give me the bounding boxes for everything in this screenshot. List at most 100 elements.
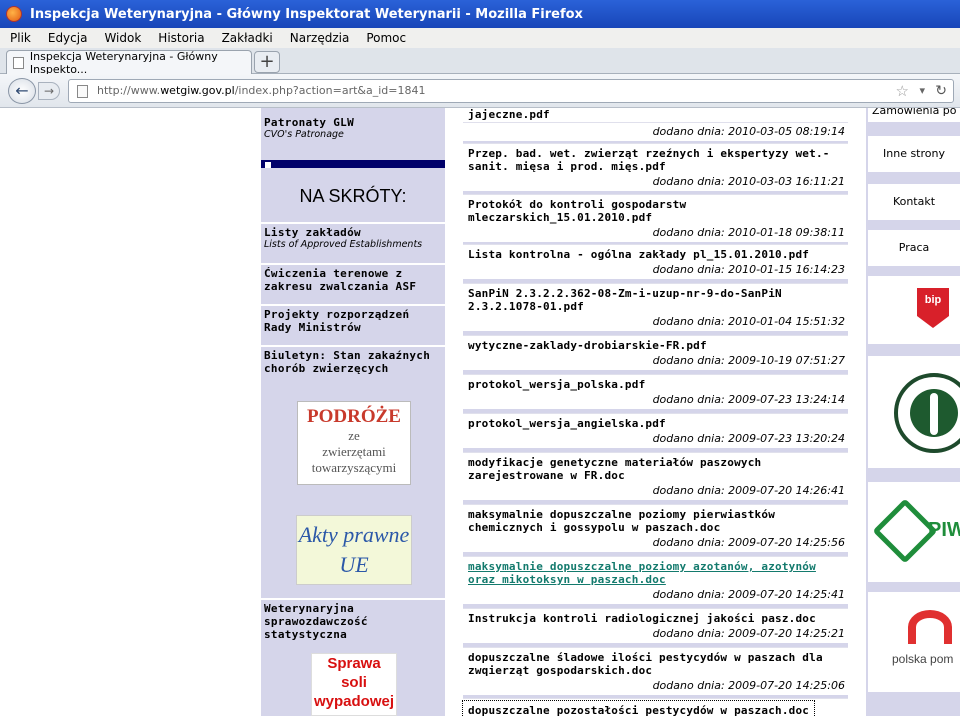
url-path: /index.php?action=art&a_id=1841	[234, 84, 426, 97]
nav-item-en: Lists of Approved Establishments	[264, 239, 423, 250]
file-name[interactable]: Instrukcja kontroli radiologicznej jakoś…	[463, 609, 848, 625]
menu-historia[interactable]: Historia	[158, 31, 204, 45]
page-content: Patronaty GLW CVO's Patronage NA SKRÓTY:…	[0, 108, 960, 716]
shortcuts-heading: NA SKRÓTY:	[261, 168, 445, 218]
menu-pomoc[interactable]: Pomoc	[366, 31, 406, 45]
file-date: dodano dnia: 2010-01-18 09:38:11	[463, 224, 848, 242]
file-item[interactable]: maksymalnie dopuszczalne poziomy pierwia…	[463, 504, 848, 552]
file-item: dodano dnia: 2010-03-05 08:19:14	[463, 122, 848, 141]
nav-item-label: Weterynaryjna sprawozdawczość statystycz…	[264, 602, 368, 641]
nav-item-label: Projekty rozporządzeń Rady Ministrów	[264, 308, 410, 334]
polska-arc-icon	[908, 610, 952, 644]
menu-plik[interactable]: Plik	[10, 31, 31, 45]
file-name[interactable]: modyfikacje genetyczne materiałów paszow…	[463, 453, 848, 482]
link-inne-strony[interactable]: Inne strony	[868, 136, 960, 172]
file-item[interactable]: protokol_wersja_angielska.pdf dodano dnia…	[463, 413, 848, 448]
file-item[interactable]: maksymalnie dopuszczalne poziomy azotanó…	[463, 556, 848, 604]
file-date: dodano dnia: 2010-01-04 15:51:32	[463, 313, 848, 331]
podroze-banner[interactable]: PODRÓŻE ze zwierzętami towarzyszącymi	[297, 401, 411, 485]
file-item[interactable]: Protokół do kontroli gospodarstw mleczar…	[463, 194, 848, 242]
file-date: dodano dnia: 2010-01-15 16:14:23	[463, 261, 848, 279]
piw-logo: PIW	[872, 498, 960, 564]
file-date: dodano dnia: 2009-07-20 14:25:21	[463, 625, 848, 643]
file-item[interactable]: Instrukcja kontroli radiologicznej jakoś…	[463, 608, 848, 643]
file-date: dodano dnia: 2009-07-23 13:20:24	[463, 430, 848, 448]
file-item[interactable]: dopuszczalne śladowe ilości pestycydów w…	[463, 647, 848, 695]
tab-bar: Inspekcja Weterynaryjna - Główny Inspekt…	[0, 48, 960, 76]
file-item[interactable]: dopuszczalne pozostałości pestycydów w p…	[461, 698, 848, 716]
nav-patronaty-label: Patronaty GLW	[264, 116, 354, 129]
link-praca[interactable]: Praca	[868, 230, 960, 266]
file-item[interactable]: protokol_wersja_polska.pdf dodano dnia: 2…	[463, 374, 848, 409]
file-name[interactable]: wytyczne-zaklady-drobiarskie-FR.pdf	[463, 336, 848, 352]
back-button[interactable]: ←	[8, 78, 36, 104]
polska-label: polska pom	[892, 652, 954, 666]
browser-tab[interactable]: Inspekcja Weterynaryjna - Główny Inspekt…	[6, 50, 252, 76]
file-date: dodano dnia: 2010-03-05 08:19:14	[463, 123, 848, 141]
nav-projekty-rozporzadzen[interactable]: Projekty rozporządzeń Rady Ministrów	[261, 304, 445, 344]
file-name[interactable]: Przep. bad. wet. zwierząt rzeźnych i eks…	[463, 144, 848, 173]
nav-patronaty[interactable]: Patronaty GLW CVO's Patronage	[261, 114, 445, 158]
file-name[interactable]: SanPiN 2.3.2.2.362-08-Zm-i-uzup-nr-9-do-…	[463, 284, 848, 313]
file-name[interactable]: Lista kontrolna - ogólna zakłady pl_15.0…	[463, 245, 848, 261]
link-zamowienia[interactable]: Zamówienia po	[868, 108, 960, 122]
nav-item-label: Biuletyn: Stan zakaźnych chorób zwierzęc…	[264, 349, 431, 375]
file-name[interactable]: dopuszczalne śladowe ilości pestycydów w…	[463, 648, 848, 677]
window-titlebar: Inspekcja Weterynaryjna - Główny Inspekt…	[0, 0, 960, 28]
sprawa-line: soli	[341, 674, 367, 691]
file-item[interactable]: wytyczne-zaklady-drobiarskie-FR.pdf dodan…	[463, 335, 848, 370]
bip-label: bip	[925, 294, 942, 306]
link-kontakt[interactable]: Kontakt	[868, 184, 960, 220]
file-item[interactable]: jajeczne.pdf	[463, 108, 848, 122]
menu-edycja[interactable]: Edycja	[48, 31, 88, 45]
file-item[interactable]: Przep. bad. wet. zwierząt rzeźnych i eks…	[463, 143, 848, 191]
file-name[interactable]: maksymalnie dopuszczalne poziomy pierwia…	[463, 505, 848, 534]
akty-prawne-banner[interactable]: Akty prawne UE	[296, 515, 412, 585]
menu-zakladki[interactable]: Zakładki	[222, 31, 273, 45]
window-title: Inspekcja Weterynaryjna - Główny Inspekt…	[30, 6, 583, 22]
file-date: dodano dnia: 2009-07-23 13:24:14	[463, 391, 848, 409]
page-favicon-icon	[13, 56, 24, 69]
file-item[interactable]: modyfikacje genetyczne materiałów paszow…	[463, 452, 848, 500]
file-name[interactable]: protokol_wersja_angielska.pdf	[463, 414, 848, 430]
url-dropdown-icon[interactable]: ▾	[919, 80, 925, 102]
page-icon	[77, 85, 88, 98]
forward-button[interactable]: →	[38, 82, 60, 100]
file-item[interactable]: Lista kontrolna - ogólna zakłady pl_15.0…	[463, 244, 848, 279]
firefox-icon	[6, 6, 22, 22]
file-name[interactable]: dopuszczalne pozostałości pestycydów w p…	[461, 700, 816, 716]
polska-pomoc-logo: polska pom	[888, 602, 960, 678]
sprawa-soli-banner[interactable]: Sprawa soli wypadowej	[311, 653, 397, 716]
nav-listy-zakladow[interactable]: Listy zakładów Lists of Approved Establi…	[261, 222, 445, 262]
file-name[interactable]: protokol_wersja_polska.pdf	[463, 375, 848, 391]
menu-bar: Plik Edycja Widok Historia Zakładki Narz…	[0, 28, 960, 48]
file-item[interactable]: SanPiN 2.3.2.2.362-08-Zm-i-uzup-nr-9-do-…	[463, 283, 848, 331]
podroze-line: ze	[348, 428, 360, 443]
file-name-link[interactable]: maksymalnie dopuszczalne poziomy azotanó…	[463, 557, 848, 586]
reload-icon[interactable]: ↻	[935, 80, 947, 102]
bip-logo-icon: bip	[917, 288, 949, 328]
podroze-line: zwierzętami	[322, 444, 386, 459]
file-date: dodano dnia: 2009-10-19 07:51:27	[463, 352, 848, 370]
menu-narzedzia[interactable]: Narzędzia	[290, 31, 350, 45]
address-bar[interactable]: http://www.wetgiw.gov.pl/index.php?actio…	[68, 79, 954, 103]
nav-biuletyn[interactable]: Biuletyn: Stan zakaźnych chorób zwierzęc…	[261, 345, 445, 385]
file-date: dodano dnia: 2010-03-03 16:11:21	[463, 173, 848, 191]
nav-cwiczenia-asf[interactable]: Ćwiczenia terenowe z zakresu zwalczania …	[261, 263, 445, 303]
wheat-icon	[930, 393, 938, 435]
file-name[interactable]: Protokół do kontroli gospodarstw mleczar…	[463, 195, 848, 224]
url-domain: wetgiw.gov.pl	[160, 84, 235, 97]
navigation-toolbar: ← → http://www.wetgiw.gov.pl/index.php?a…	[0, 74, 960, 108]
akty-title: Akty prawne	[298, 522, 410, 547]
podroze-title: PODRÓŻE	[307, 406, 401, 427]
menu-widok[interactable]: Widok	[104, 31, 141, 45]
nav-item-label: Listy zakładów	[264, 226, 361, 239]
file-name[interactable]: jajeczne.pdf	[463, 108, 848, 121]
nav-patronaty-en: CVO's Patronage	[264, 129, 344, 140]
new-tab-button[interactable]: +	[254, 51, 280, 73]
nav-sprawozdawczosc[interactable]: Weterynaryjna sprawozdawczość statystycz…	[261, 598, 445, 644]
bookmark-star-icon[interactable]: ☆	[896, 80, 909, 102]
podroze-line: towarzyszącymi	[311, 460, 397, 475]
file-date: dodano dnia: 2009-07-20 14:26:41	[463, 482, 848, 500]
sprawa-line: Sprawa	[327, 655, 381, 672]
